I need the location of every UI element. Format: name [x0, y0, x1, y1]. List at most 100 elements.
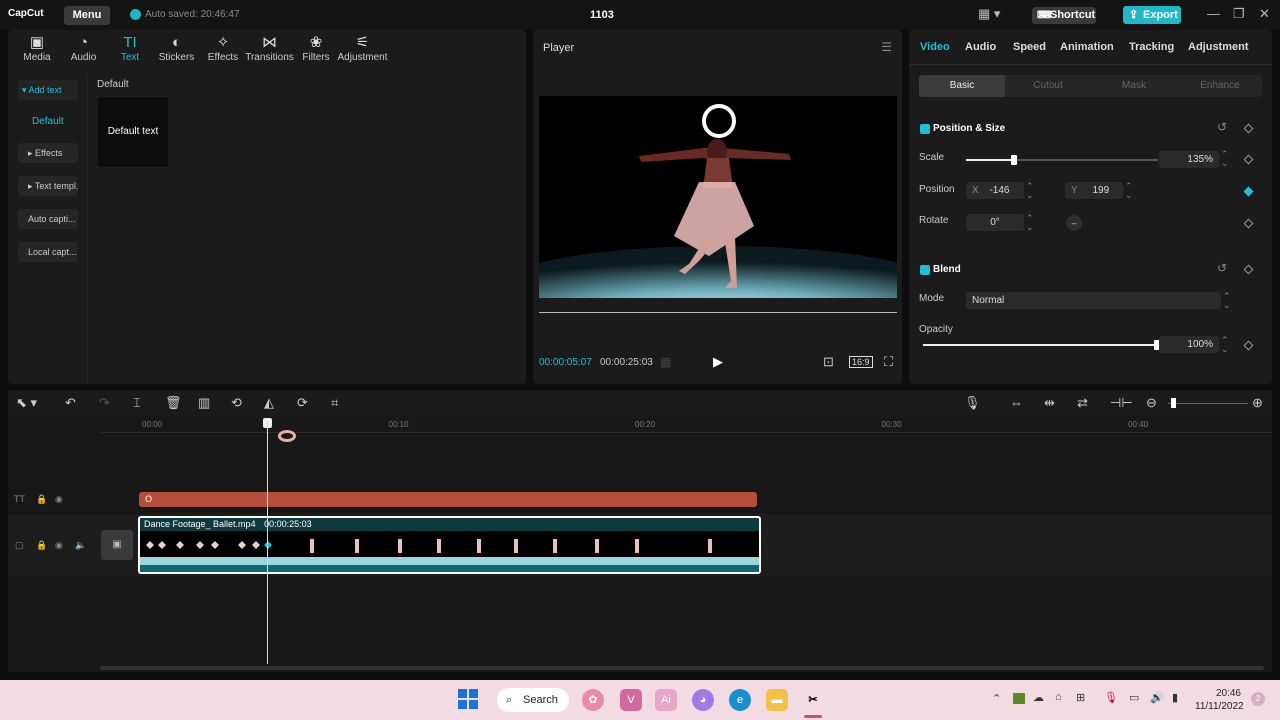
aspect-ratio-button[interactable]: 16:9	[849, 356, 873, 368]
player-menu-icon[interactable]: ☰	[881, 40, 892, 54]
tray-app-icon[interactable]: ⌂	[1055, 691, 1062, 703]
layout-icon[interactable]: ▦ ▾	[978, 6, 1000, 22]
fit-screen-icon[interactable]: ⊡	[823, 354, 834, 370]
blend-checkbox[interactable]	[920, 265, 930, 275]
video-track-visibility-icon[interactable]: ◉	[55, 540, 63, 551]
file-explorer-icon[interactable]: ▬	[766, 689, 788, 711]
play-icon[interactable]: ▶	[713, 354, 723, 370]
timeline-scrollbar[interactable]	[100, 666, 1264, 670]
scale-keyframe-icon[interactable]	[1243, 154, 1254, 165]
battery-icon[interactable]: ▮	[1172, 691, 1178, 704]
tab-speed[interactable]: Speed	[1013, 41, 1046, 53]
default-category-link[interactable]: Default	[32, 116, 64, 127]
player-progress-bar[interactable]	[539, 312, 897, 313]
tab-adjustment[interactable]: Adjustment	[1188, 41, 1249, 53]
position-keyframe-icon[interactable]	[1243, 186, 1254, 197]
link-icon[interactable]: ⇔	[1010, 395, 1023, 410]
zoom-slider[interactable]	[1168, 403, 1248, 404]
freeze-icon[interactable]: ▥	[198, 395, 210, 411]
export-button[interactable]: ⇪ Export	[1123, 6, 1181, 24]
tab-audio[interactable]: Audio	[965, 41, 996, 53]
toolbar-text[interactable]: TI Text	[105, 34, 155, 63]
default-text-tile[interactable]: Default text	[98, 97, 168, 167]
mirror-icon[interactable]: ◭	[264, 395, 274, 411]
rotate-stepper-icon[interactable]: ⌃ ⌄	[1026, 214, 1034, 232]
local-captions-button[interactable]: Local capt...	[18, 242, 78, 262]
tab-animation[interactable]: Animation	[1060, 41, 1114, 53]
nvidia-icon[interactable]	[1013, 693, 1025, 704]
toolbar-filters[interactable]: ❀ Filters	[291, 34, 341, 63]
close-icon[interactable]: ✕	[1259, 6, 1270, 22]
subtab-mask[interactable]: Mask	[1091, 75, 1177, 97]
auto-captions-button[interactable]: Auto capti...	[18, 209, 78, 229]
playhead[interactable]	[267, 422, 268, 664]
video-preview[interactable]	[539, 96, 897, 298]
video-track-lock-icon[interactable]: 🔒	[36, 540, 47, 551]
volume-icon[interactable]: 🔊	[1150, 691, 1164, 704]
mode-stepper-icon[interactable]: ⌃ ⌄	[1223, 292, 1231, 310]
preview-axis-icon[interactable]: ⊣⊢	[1110, 395, 1133, 411]
subtab-basic[interactable]: Basic	[919, 75, 1005, 97]
select-tool-icon[interactable]: ⬉ ▾	[16, 395, 37, 411]
snap-icon[interactable]: ⇹	[1044, 395, 1055, 411]
rotate-keyframe-icon[interactable]	[1243, 218, 1254, 229]
illustrator-icon[interactable]: Ai	[655, 689, 677, 711]
edge-icon[interactable]: e	[729, 689, 751, 711]
zoom-slider-knob[interactable]	[1171, 398, 1176, 408]
notification-badge[interactable]: 2	[1251, 692, 1265, 706]
position-size-checkbox[interactable]	[920, 124, 930, 134]
position-x-field[interactable]: X -146	[966, 182, 1024, 199]
blend-keyframe-icon[interactable]	[1243, 264, 1254, 275]
toolbar-media[interactable]: ▣ Media	[12, 34, 62, 63]
text-track-lock-icon[interactable]: 🔒	[36, 494, 47, 505]
crop-icon[interactable]: ⌗	[331, 395, 338, 411]
position-y-field[interactable]: Y 199	[1065, 182, 1123, 199]
video-clip[interactable]: Dance Footage_ Ballet.mp4 00:00:25:03	[138, 516, 761, 574]
cloud-icon[interactable]: ☁	[1033, 691, 1044, 704]
rotate-icon[interactable]: ⟳	[297, 395, 308, 411]
add-text-button[interactable]: ▾ Add text	[18, 80, 78, 100]
taskbar-search[interactable]: ⌕ Search	[497, 688, 569, 712]
opacity-value-field[interactable]: 100%	[1159, 336, 1219, 353]
tray-chevron-icon[interactable]: ⌃	[992, 692, 1001, 705]
undo-icon[interactable]: ↶	[65, 395, 76, 411]
reverse-icon[interactable]: ⟲	[231, 395, 242, 411]
scale-value-field[interactable]: 135%	[1159, 151, 1219, 168]
tab-video[interactable]: Video	[920, 41, 950, 53]
tab-tracking[interactable]: Tracking	[1129, 41, 1174, 53]
opacity-keyframe-icon[interactable]	[1243, 340, 1254, 351]
split-icon[interactable]: ⌶	[133, 395, 141, 411]
minimize-icon[interactable]: —	[1207, 6, 1220, 21]
blend-mode-select[interactable]: Normal	[966, 292, 1221, 309]
toolbar-stickers[interactable]: ◐ Stickers	[152, 34, 202, 63]
zoom-out-icon[interactable]: ⊖	[1146, 395, 1157, 411]
windows-start-icon[interactable]	[458, 689, 478, 709]
restore-icon[interactable]: ❐	[1233, 6, 1245, 22]
app-icon-1[interactable]: ✿	[582, 689, 604, 711]
linkage-icon[interactable]: ⇄	[1077, 395, 1088, 411]
timeline[interactable]: 00:00 00:10 00:20 00:30 00:40 TT 🔒 ◉ O ▢ 🔒 ◉…	[8, 416, 1272, 672]
menu-button[interactable]: Menu	[64, 6, 110, 25]
gamepad-icon[interactable]: ⊞	[1076, 691, 1085, 704]
video-track-audio-icon[interactable]: 🔈	[75, 540, 86, 551]
zoom-in-icon[interactable]: ⊕	[1252, 395, 1263, 411]
keyframe-icon[interactable]	[1243, 123, 1254, 134]
tray-mic-icon[interactable]: 🎙	[1104, 691, 1118, 704]
rotate-dial-icon[interactable]: –	[1066, 215, 1082, 231]
system-clock[interactable]: 20:46 11/11/2022	[1195, 687, 1244, 713]
opacity-stepper-icon[interactable]: ⌃ ⌄	[1221, 336, 1229, 354]
reset-icon[interactable]: ↺	[1217, 120, 1227, 134]
x-stepper-icon[interactable]: ⌃ ⌄	[1026, 182, 1034, 200]
capcut-taskbar-icon[interactable]: ✂	[802, 689, 824, 711]
delete-icon[interactable]: 🗑	[165, 395, 182, 411]
text-clip[interactable]: O	[139, 492, 757, 507]
blend-reset-icon[interactable]: ↺	[1217, 261, 1227, 275]
discord-icon[interactable]: ◕	[692, 689, 714, 711]
fullscreen-icon[interactable]: ⛶	[884, 354, 893, 370]
redo-icon[interactable]: ↷	[99, 395, 110, 411]
y-stepper-icon[interactable]: ⌃ ⌄	[1125, 182, 1133, 200]
toolbar-adjustment[interactable]: ⚟ Adjustment	[338, 34, 388, 63]
rotate-field[interactable]: 0°	[966, 214, 1024, 231]
toolbar-transitions[interactable]: ⋈ Transitions	[245, 34, 295, 63]
text-track-visibility-icon[interactable]: ◉	[55, 494, 63, 505]
